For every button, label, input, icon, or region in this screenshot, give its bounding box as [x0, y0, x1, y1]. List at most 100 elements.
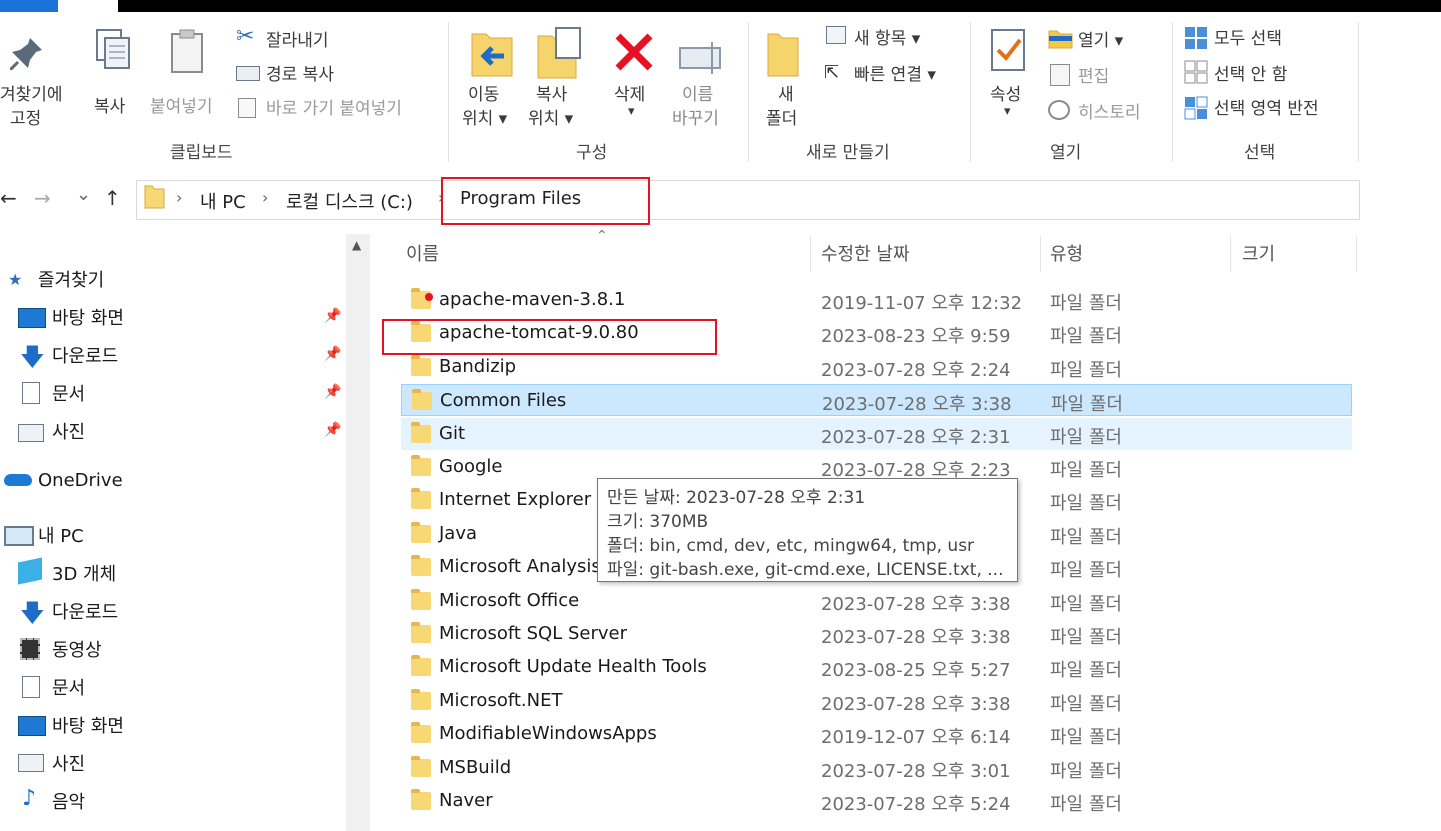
copy-icon[interactable]	[93, 28, 133, 72]
copy-to-icon[interactable]	[536, 26, 584, 80]
column-header-type[interactable]: 유형	[1050, 240, 1083, 266]
file-name[interactable]: Common Files	[440, 390, 566, 411]
scissors-icon[interactable]: ✂	[236, 24, 254, 49]
file-row[interactable]: MSBuild 2023-07-28 오후 3:01 파일 폴더	[401, 752, 1352, 784]
file-name[interactable]: Java	[439, 523, 477, 544]
column-header-name[interactable]: 이름	[406, 240, 439, 266]
sidebar-item-documents-pc[interactable]: 문서	[52, 674, 85, 700]
move-to-label-2[interactable]: 위치 ▾	[462, 104, 507, 129]
scroll-up-icon[interactable]: ▲	[352, 238, 361, 252]
file-name[interactable]: Microsoft Update Health Tools	[439, 656, 707, 677]
file-row[interactable]: Naver 2023-07-28 오후 5:24 파일 폴더	[401, 785, 1352, 817]
file-row[interactable]: Bandizip 2023-07-28 오후 2:24 파일 폴더	[401, 351, 1352, 383]
open-button[interactable]: 열기 ▾	[1078, 26, 1123, 51]
home-tab[interactable]	[58, 0, 118, 12]
pin-icon[interactable]: 📌	[324, 308, 341, 324]
column-header-size[interactable]: 크기	[1242, 240, 1275, 266]
file-name[interactable]: ModifiableWindowsApps	[439, 723, 657, 744]
forward-button[interactable]: →	[34, 186, 51, 210]
sidebar-onedrive[interactable]: OneDrive	[38, 470, 123, 491]
sidebar-item-pictures-pc[interactable]: 사진	[52, 750, 85, 776]
properties-icon[interactable]	[990, 28, 1028, 74]
invert-selection-button[interactable]: 선택 영역 반전	[1214, 94, 1319, 119]
delete-dropdown[interactable]: ▾	[628, 104, 635, 119]
column-divider[interactable]	[1356, 236, 1357, 272]
copy-path-button[interactable]: 경로 복사	[266, 60, 334, 85]
back-button[interactable]: ←	[0, 186, 17, 210]
pin-label-1[interactable]: 겨찾기에	[0, 80, 63, 105]
sidebar-item-desktop[interactable]: 바탕 화면	[52, 304, 124, 330]
file-name[interactable]: Bandizip	[439, 356, 516, 377]
paste-icon[interactable]	[168, 28, 208, 74]
delete-icon[interactable]	[612, 30, 656, 74]
file-name[interactable]: Microsoft Analysis	[439, 556, 601, 577]
properties-button[interactable]: 속성	[990, 80, 1021, 105]
sidebar-item-videos[interactable]: 동영상	[52, 636, 102, 662]
sidebar-scrollbar[interactable]: ▲	[346, 234, 370, 831]
new-folder-icon[interactable]	[766, 30, 802, 78]
cut-button[interactable]: 잘라내기	[266, 26, 329, 51]
pin-icon[interactable]: 📌	[324, 346, 341, 362]
file-name[interactable]: apache-maven-3.8.1	[439, 289, 625, 310]
rename-label-1[interactable]: 이름	[682, 80, 713, 105]
file-name[interactable]: Microsoft Office	[439, 590, 579, 611]
file-row[interactable]: Microsoft.NET 2023-07-28 오후 3:38 파일 폴더	[401, 685, 1352, 717]
breadcrumb-local-disk[interactable]: 로컬 디스크 (C:)	[286, 188, 413, 214]
move-to-icon[interactable]	[470, 28, 514, 80]
file-name[interactable]: Naver	[439, 790, 493, 811]
column-divider[interactable]	[1230, 236, 1231, 272]
pin-icon[interactable]: 📌	[324, 422, 341, 438]
sidebar-item-music[interactable]: 음악	[52, 788, 85, 814]
file-row[interactable]: Microsoft Update Health Tools 2023-08-25…	[401, 651, 1352, 683]
file-row-selected[interactable]: Common Files 2023-07-28 오후 3:38 파일 폴더	[401, 384, 1352, 416]
sidebar-quick-access[interactable]: 즐겨찾기	[38, 266, 104, 292]
column-divider[interactable]	[810, 236, 811, 272]
rename-label-2[interactable]: 바꾸기	[672, 104, 719, 129]
file-row[interactable]: Microsoft SQL Server 2023-07-28 오후 3:38 …	[401, 618, 1352, 650]
sidebar-item-3d-objects[interactable]: 3D 개체	[52, 560, 116, 586]
sidebar-this-pc[interactable]: 내 PC	[38, 522, 84, 548]
properties-dropdown[interactable]: ▾	[1004, 104, 1011, 119]
sidebar-item-downloads[interactable]: 다운로드	[52, 342, 118, 368]
file-name[interactable]: Google	[439, 456, 502, 477]
new-folder-label-2[interactable]: 폴더	[766, 104, 797, 129]
new-item-button[interactable]: 새 항목 ▾	[854, 24, 920, 49]
move-to-label-1[interactable]: 이동	[468, 80, 499, 105]
paste-button[interactable]: 붙여넣기	[150, 92, 213, 117]
column-header-modified[interactable]: 수정한 날짜	[821, 240, 910, 266]
sidebar-item-downloads-pc[interactable]: 다운로드	[52, 598, 118, 624]
file-row-hovered[interactable]: Git 2023-07-28 오후 2:31 파일 폴더	[401, 418, 1352, 450]
new-folder-label-1[interactable]: 새	[778, 80, 794, 105]
history-button[interactable]: 히스토리	[1078, 98, 1141, 123]
paste-shortcut-button[interactable]: 바로 가기 붙여넣기	[266, 94, 402, 119]
file-name[interactable]: Git	[439, 423, 465, 444]
select-none-button[interactable]: 선택 안 함	[1214, 60, 1287, 85]
file-name[interactable]: Microsoft.NET	[439, 690, 562, 711]
file-row[interactable]: Microsoft Office 2023-07-28 오후 3:38 파일 폴…	[401, 585, 1352, 617]
column-divider[interactable]	[1040, 236, 1041, 272]
sidebar-item-documents[interactable]: 문서	[52, 380, 85, 406]
up-button[interactable]: ↑	[104, 186, 121, 210]
file-row[interactable]: apache-maven-3.8.1 2019-11-07 오후 12:32 파…	[401, 284, 1352, 316]
pin-icon[interactable]: 📌	[324, 384, 341, 400]
breadcrumb-separator[interactable]: ›	[262, 188, 268, 207]
file-name[interactable]: Internet Explorer	[439, 489, 591, 510]
sidebar-item-desktop-pc[interactable]: 바탕 화면	[52, 712, 124, 738]
pin-label-2[interactable]: 고정	[10, 104, 41, 129]
file-name[interactable]: Microsoft SQL Server	[439, 623, 627, 644]
delete-button[interactable]: 삭제	[614, 80, 645, 105]
copy-to-label-1[interactable]: 복사	[536, 80, 567, 105]
edit-button[interactable]: 편집	[1078, 62, 1109, 87]
sidebar-item-pictures[interactable]: 사진	[52, 418, 85, 444]
file-tab[interactable]	[0, 0, 58, 12]
pin-icon[interactable]	[10, 34, 46, 70]
copy-to-label-2[interactable]: 위치 ▾	[528, 104, 573, 129]
select-all-button[interactable]: 모두 선택	[1214, 24, 1282, 49]
file-row[interactable]: ModifiableWindowsApps 2019-12-07 오후 6:14…	[401, 718, 1352, 750]
easy-access-button[interactable]: 빠른 연결 ▾	[854, 60, 936, 85]
rename-icon[interactable]	[678, 40, 726, 74]
breadcrumb-separator[interactable]: ›	[176, 188, 182, 207]
file-name[interactable]: MSBuild	[439, 757, 511, 778]
copy-button[interactable]: 복사	[94, 92, 125, 117]
breadcrumb-this-pc[interactable]: 내 PC	[200, 188, 246, 214]
